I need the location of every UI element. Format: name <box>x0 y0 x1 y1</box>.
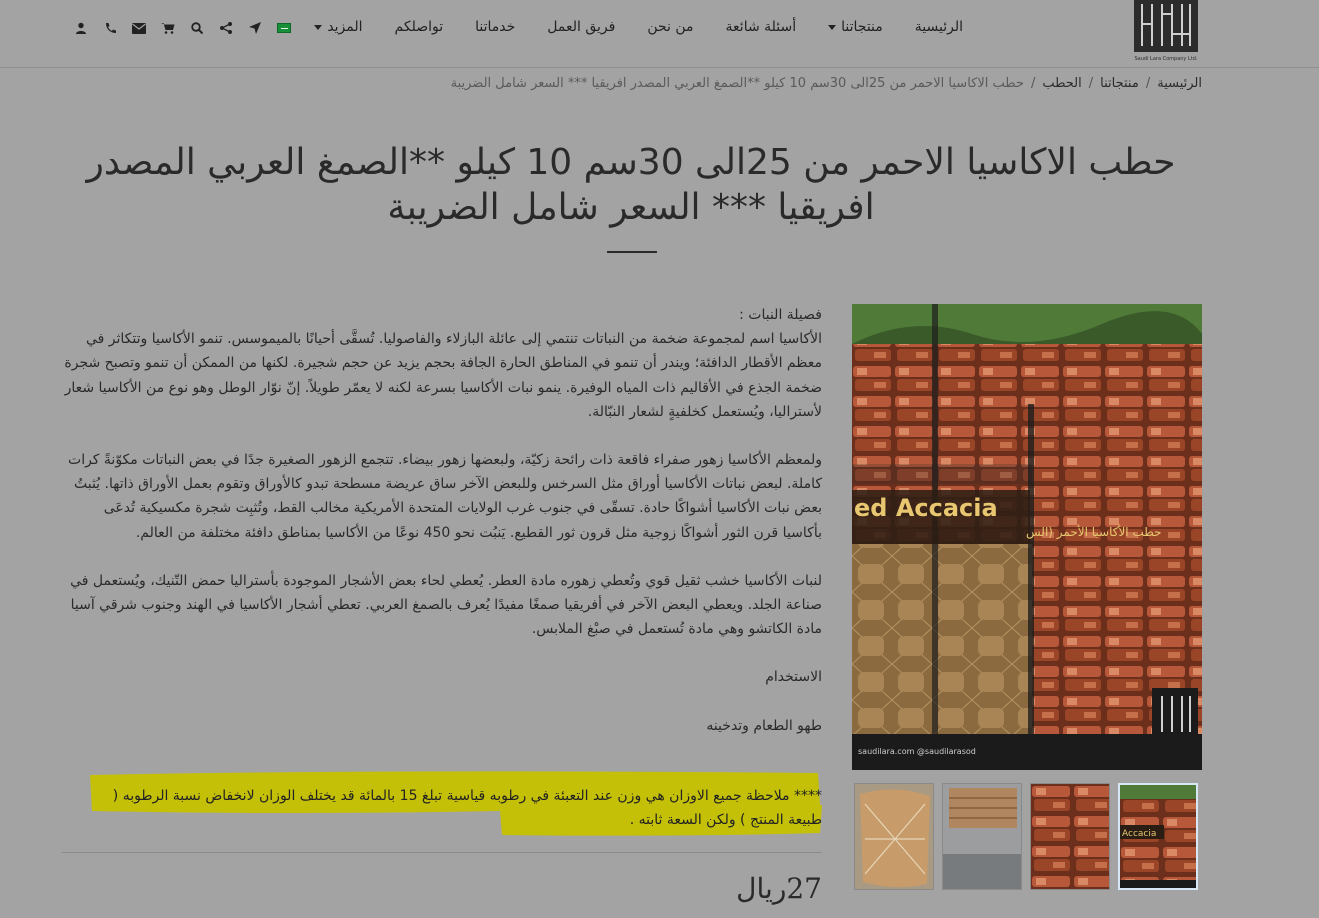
breadcrumb-home[interactable]: الرئيسية <box>1157 76 1202 91</box>
nav-products[interactable]: منتجاتنا <box>812 18 899 36</box>
description-heading: فصيلة النبات : <box>739 307 822 323</box>
breadcrumb-separator: / <box>1030 76 1036 91</box>
main-nav: الرئيسية منتجاتنا أسئلة شائعة من نحن فري… <box>298 18 979 36</box>
breadcrumb: الرئيسية / منتجاتنا / الحطب / حطب الاكاس… <box>451 76 1202 91</box>
nav-contact[interactable]: تواصلكم <box>379 18 460 36</box>
company-logo[interactable]: Saudi Lara Company Ltd. <box>1132 0 1204 66</box>
product-main-image[interactable]: ed Accacia حطب الأكاسيا الأحمر (الس saud… <box>852 304 1202 770</box>
usage-heading: الاستخدام <box>765 669 822 686</box>
nav-faq[interactable]: أسئلة شائعة <box>710 18 813 36</box>
image-caption-ar: حطب الأكاسيا الأحمر (الس <box>1026 524 1162 540</box>
usage-text: طهو الطعام وتدخينه <box>706 717 822 734</box>
thumbnail-strip: Accacia <box>852 781 1202 891</box>
product-description: فصيلة النبات : الأكاسيا اسم لمجموعة ضخمة… <box>62 303 822 738</box>
nav-services[interactable]: خدماتنا <box>459 18 531 36</box>
breadcrumb-separator: / <box>1088 76 1094 91</box>
share-icon[interactable] <box>211 19 240 37</box>
image-footer: saudilara.com @saudilarasod <box>858 747 976 756</box>
svg-text:Accacia: Accacia <box>1122 829 1156 839</box>
header-icon-bar <box>66 19 298 37</box>
site-header: Saudi Lara Company Ltd. الرئيسية منتجاتن… <box>0 0 1319 68</box>
product-title: حطب الاكاسيا الاحمر من 25الى 30سم 10 كيل… <box>86 142 1176 228</box>
product-price: 27ريال <box>736 872 822 905</box>
breadcrumb-firewood[interactable]: الحطب <box>1042 76 1081 91</box>
image-caption-en: ed Accacia <box>854 494 998 522</box>
nav-more[interactable]: المزيد <box>298 18 378 36</box>
nav-team[interactable]: فريق العمل <box>531 18 631 36</box>
description-paragraph: ولمعظم الأكاسيا زهور صفراء فاقعة ذات رائ… <box>68 452 822 541</box>
cart-icon[interactable] <box>153 19 182 37</box>
breadcrumb-separator: / <box>1145 76 1151 91</box>
svg-text:Saudi Lara Company Ltd.: Saudi Lara Company Ltd. <box>1134 56 1197 62</box>
weight-note: **** ملاحظة جميع الاوزان هي وزن عند التع… <box>112 788 822 828</box>
search-icon[interactable] <box>182 19 211 37</box>
envelope-icon[interactable] <box>124 19 153 37</box>
thumbnail-poster[interactable]: Accacia <box>1118 783 1198 890</box>
location-arrow-icon[interactable] <box>240 19 269 37</box>
breadcrumb-products[interactable]: منتجاتنا <box>1100 76 1139 91</box>
chevron-down-icon <box>828 24 837 30</box>
thumbnail-logs[interactable] <box>1030 783 1110 890</box>
description-paragraph: لنبات الأكاسيا خشب ثقيل قوي وتُعطي زهوره… <box>70 572 822 638</box>
description-paragraph: الأكاسيا اسم لمجموعة ضخمة من النباتات تن… <box>64 331 822 420</box>
user-icon[interactable] <box>66 19 95 37</box>
nav-about[interactable]: من نحن <box>631 18 709 36</box>
thumbnail-stack[interactable] <box>942 783 1022 890</box>
saudi-flag-icon[interactable] <box>269 19 298 37</box>
price-divider <box>62 852 822 853</box>
phone-icon[interactable] <box>95 19 124 37</box>
breadcrumb-current: حطب الاكاسيا الاحمر من 25الى 30سم 10 كيل… <box>450 76 1024 91</box>
nav-home[interactable]: الرئيسية <box>899 18 979 36</box>
title-divider <box>607 251 657 253</box>
thumbnail-bags[interactable] <box>854 783 934 890</box>
chevron-down-icon <box>314 24 323 30</box>
